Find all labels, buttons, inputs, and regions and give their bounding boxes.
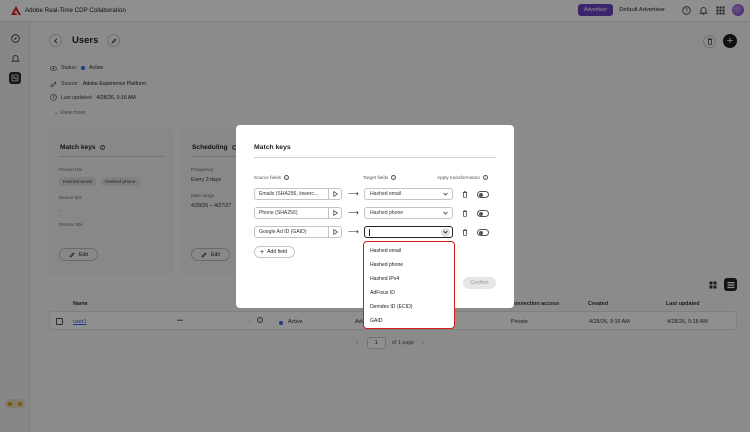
target-field-dropdown: Hashed email Hashed phone Hashed IPv4 Ad… bbox=[363, 241, 455, 329]
transformation-toggle[interactable] bbox=[477, 191, 489, 198]
dropdown-option[interactable]: Hashed email bbox=[370, 248, 401, 254]
play-icon[interactable] bbox=[328, 188, 341, 200]
confirm-button[interactable]: Confirm bbox=[463, 277, 496, 289]
text-caret bbox=[369, 228, 370, 236]
trash-icon[interactable] bbox=[460, 208, 470, 218]
trash-icon[interactable] bbox=[460, 227, 470, 237]
target-field-select[interactable]: Hashed email bbox=[364, 188, 453, 200]
source-field-input[interactable]: Emails (SHA256, lowerc... bbox=[254, 188, 342, 200]
transformation-toggle[interactable] bbox=[477, 229, 489, 236]
play-icon[interactable] bbox=[328, 207, 341, 219]
plus-icon: + bbox=[260, 248, 265, 256]
dropdown-option[interactable]: AdFixus ID bbox=[370, 290, 395, 296]
dropdown-option[interactable]: Hashed IPv4 bbox=[370, 276, 399, 282]
mapping-arrow-icon: ⟶ bbox=[348, 189, 359, 198]
chevron-down-icon[interactable] bbox=[441, 209, 450, 218]
mapping-arrow-icon: ⟶ bbox=[348, 227, 359, 236]
transformation-toggle[interactable] bbox=[477, 210, 489, 217]
info-icon[interactable]: i bbox=[391, 175, 397, 180]
trash-icon[interactable] bbox=[460, 189, 470, 199]
dropdown-option[interactable]: GAID bbox=[370, 318, 382, 324]
chevron-down-icon[interactable] bbox=[441, 227, 450, 237]
source-fields-header: Source fields i bbox=[254, 175, 290, 180]
chevron-down-icon[interactable] bbox=[441, 190, 450, 199]
dropdown-option[interactable]: Hashed phone bbox=[370, 262, 403, 268]
target-fields-header: Target fields i bbox=[363, 175, 397, 180]
info-icon[interactable]: i bbox=[483, 175, 488, 180]
source-field-input[interactable]: Phone (SHA256) bbox=[254, 207, 342, 219]
mapping-arrow-icon: ⟶ bbox=[348, 208, 359, 217]
target-field-select[interactable]: Hashed phone bbox=[364, 207, 453, 219]
divider bbox=[254, 157, 496, 158]
play-icon[interactable] bbox=[328, 226, 341, 238]
apply-transformation-header: Apply transformation i bbox=[437, 175, 488, 180]
source-field-input[interactable]: Google Ad ID (GAID) bbox=[254, 226, 342, 238]
dropdown-option[interactable]: Demdex ID (ECID) bbox=[370, 304, 412, 310]
add-field-button[interactable]: + Add field bbox=[254, 246, 295, 258]
dialog-title: Match keys bbox=[254, 144, 291, 151]
info-icon[interactable]: i bbox=[284, 175, 290, 180]
target-field-combobox[interactable] bbox=[364, 226, 453, 238]
